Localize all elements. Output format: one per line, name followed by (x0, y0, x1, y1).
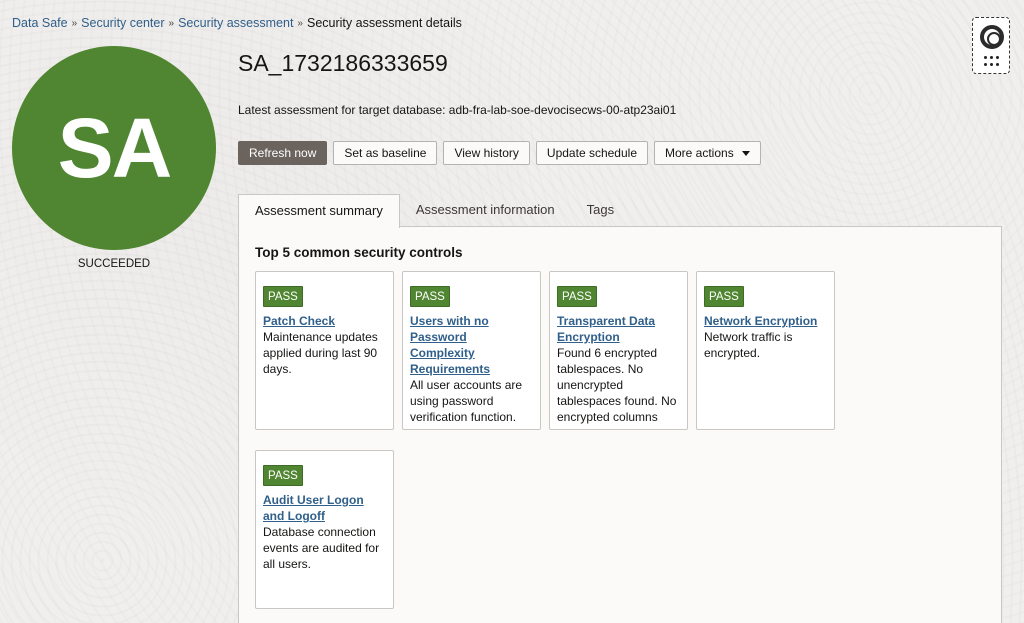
control-link-transparent-data-encryption[interactable]: Transparent Data Encryption (557, 313, 680, 345)
breadcrumb-separator: » (297, 17, 303, 29)
control-description: Network traffic is encrypted. (704, 330, 793, 360)
page-title: SA_1732186333659 (238, 50, 448, 76)
help-widget-button[interactable] (972, 17, 1010, 74)
set-as-baseline-button[interactable]: Set as baseline (333, 141, 438, 165)
security-control-card: PASS Audit User Logon and Logoff Databas… (255, 450, 394, 609)
tab-tags[interactable]: Tags (571, 194, 630, 227)
security-control-card: PASS Users with no Password Complexity R… (402, 271, 541, 430)
tab-assessment-information[interactable]: Assessment information (400, 194, 571, 227)
security-control-card: PASS Network Encryption Network traffic … (696, 271, 835, 430)
control-description: Maintenance updates applied during last … (263, 330, 378, 376)
breadcrumb-separator: » (71, 17, 78, 29)
action-toolbar: Refresh now Set as baseline View history… (238, 141, 761, 165)
control-description: All user accounts are using password ver… (410, 378, 523, 424)
control-link-audit-user-logon[interactable]: Audit User Logon and Logoff (263, 492, 386, 524)
status-label: SUCCEEDED (77, 258, 151, 270)
avatar: SA (12, 46, 216, 250)
breadcrumb-security-assessment[interactable]: Security assessment (178, 16, 293, 30)
tab-bar: Assessment summary Assessment informatio… (238, 194, 630, 228)
caret-down-icon (741, 150, 750, 156)
refresh-now-button[interactable]: Refresh now (238, 141, 328, 165)
panel-heading: Top 5 common security controls (255, 245, 463, 260)
breadcrumb: Data Safe » Security center » Security a… (12, 16, 462, 30)
breadcrumb-separator: » (168, 17, 175, 29)
control-link-password-complexity[interactable]: Users with no Password Complexity Requir… (410, 313, 533, 377)
tab-assessment-summary[interactable]: Assessment summary (238, 194, 400, 228)
pass-badge: PASS (557, 286, 597, 307)
control-link-network-encryption[interactable]: Network Encryption (704, 313, 827, 329)
avatar-initials: SA (57, 100, 173, 195)
more-actions-button[interactable]: More actions (654, 141, 761, 165)
grid-menu-icon (984, 56, 1000, 68)
pass-badge: PASS (410, 286, 450, 307)
control-description: Found 6 encrypted tablespaces. No unencr… (557, 346, 677, 424)
target-database-subtitle: Latest assessment for target database: a… (238, 103, 677, 117)
breadcrumb-security-center[interactable]: Security center (81, 16, 164, 30)
security-control-card: PASS Patch Check Maintenance updates app… (255, 271, 394, 430)
control-link-patch-check[interactable]: Patch Check (263, 313, 386, 329)
breadcrumb-data-safe[interactable]: Data Safe (12, 16, 68, 30)
breadcrumb-current: Security assessment details (306, 16, 462, 30)
control-description: Database connection events are audited f… (263, 525, 380, 571)
pass-badge: PASS (263, 286, 303, 307)
pass-badge: PASS (263, 465, 303, 486)
more-actions-label: More actions (665, 146, 734, 160)
view-history-button[interactable]: View history (443, 141, 530, 165)
update-schedule-button[interactable]: Update schedule (535, 141, 648, 165)
security-control-card: PASS Transparent Data Encryption Found 6… (549, 271, 688, 430)
assessment-summary-panel: Top 5 common security controls PASS Patc… (238, 226, 1002, 623)
lifebuoy-icon (980, 25, 1004, 49)
pass-badge: PASS (704, 286, 744, 307)
